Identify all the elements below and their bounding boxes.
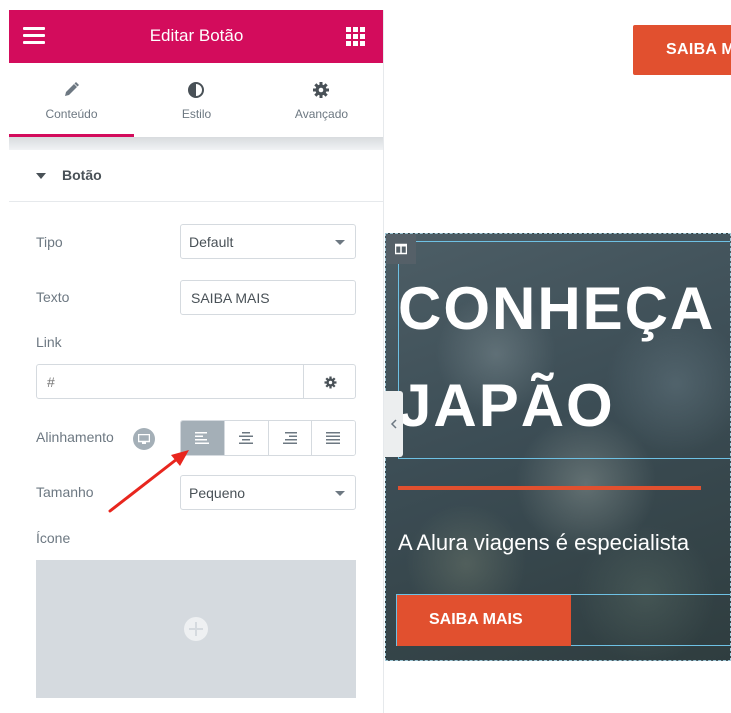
hero-paragraph: A Alura viagens é especialista <box>398 530 690 555</box>
tab-avancado[interactable]: Avançado <box>259 63 383 137</box>
texto-input[interactable] <box>180 280 356 315</box>
grid-icon[interactable] <box>346 27 365 46</box>
top-button-label: SAIBA MAIS <box>666 41 731 58</box>
section-header-botao[interactable]: Botão <box>9 150 383 202</box>
icone-label: Ícone <box>36 530 71 546</box>
chevron-down-icon <box>335 240 345 245</box>
align-center-icon <box>238 432 253 444</box>
tamanho-select[interactable]: Pequeno <box>180 475 356 510</box>
panel-title: Editar Botão <box>149 26 244 45</box>
tab-label: Conteúdo <box>45 107 98 121</box>
gear-icon <box>324 376 337 389</box>
tab-conteudo[interactable]: Conteúdo <box>9 63 134 137</box>
hero-saiba-mais-button[interactable]: SAIBA MAIS <box>397 595 571 646</box>
divider <box>398 486 701 490</box>
collapse-panel-handle[interactable] <box>384 391 403 457</box>
align-justify-button[interactable] <box>312 421 355 455</box>
alinhamento-label: Alinhamento <box>36 429 114 445</box>
hero-button-label: SAIBA MAIS <box>429 611 523 628</box>
plus-icon[interactable] <box>184 617 208 641</box>
tabs-divider <box>9 137 383 150</box>
tipo-value: Default <box>189 234 234 250</box>
align-justify-icon <box>326 432 341 444</box>
chevron-left-icon <box>390 419 397 429</box>
align-right-button[interactable] <box>268 421 313 455</box>
heading-line-1: CONHEÇA O <box>398 275 730 342</box>
link-label: Link <box>36 334 62 350</box>
hero-section: CONHEÇA O JAPÃO A Alura viagens é especi… <box>385 233 731 661</box>
section-title: Botão <box>62 167 102 183</box>
hero-heading: CONHEÇA O JAPÃO <box>398 260 730 454</box>
caret-down-icon <box>36 173 46 179</box>
tipo-select[interactable]: Default <box>180 224 356 259</box>
contrast-icon <box>188 82 204 98</box>
editor-panel: Editar Botão Conteúdo Estilo Avançado Bo… <box>9 10 384 713</box>
panel-tabs: Conteúdo Estilo Avançado <box>9 63 383 137</box>
link-options-button[interactable] <box>303 364 356 399</box>
tab-label: Avançado <box>294 107 349 121</box>
tab-estilo[interactable]: Estilo <box>134 63 259 137</box>
texto-label: Texto <box>36 289 70 305</box>
panel-header: Editar Botão <box>9 10 383 63</box>
tamanho-value: Pequeno <box>189 485 246 501</box>
chevron-down-icon <box>335 491 345 496</box>
align-left-icon <box>195 432 209 444</box>
align-center-button[interactable] <box>224 421 269 455</box>
tab-label: Estilo <box>181 107 212 121</box>
tamanho-label: Tamanho <box>36 484 94 500</box>
heading-line-2: JAPÃO <box>398 372 615 439</box>
pencil-icon <box>65 82 79 96</box>
align-left-button[interactable] <box>181 421 225 455</box>
icon-picker[interactable] <box>36 560 356 698</box>
responsive-desktop-icon[interactable] <box>133 428 155 450</box>
alignment-options <box>180 420 356 456</box>
gear-icon <box>313 82 329 98</box>
link-input[interactable] <box>36 364 304 399</box>
tipo-label: Tipo <box>36 234 63 250</box>
top-saiba-mais-button[interactable]: SAIBA MAIS <box>633 25 731 75</box>
align-right-icon <box>282 432 297 444</box>
